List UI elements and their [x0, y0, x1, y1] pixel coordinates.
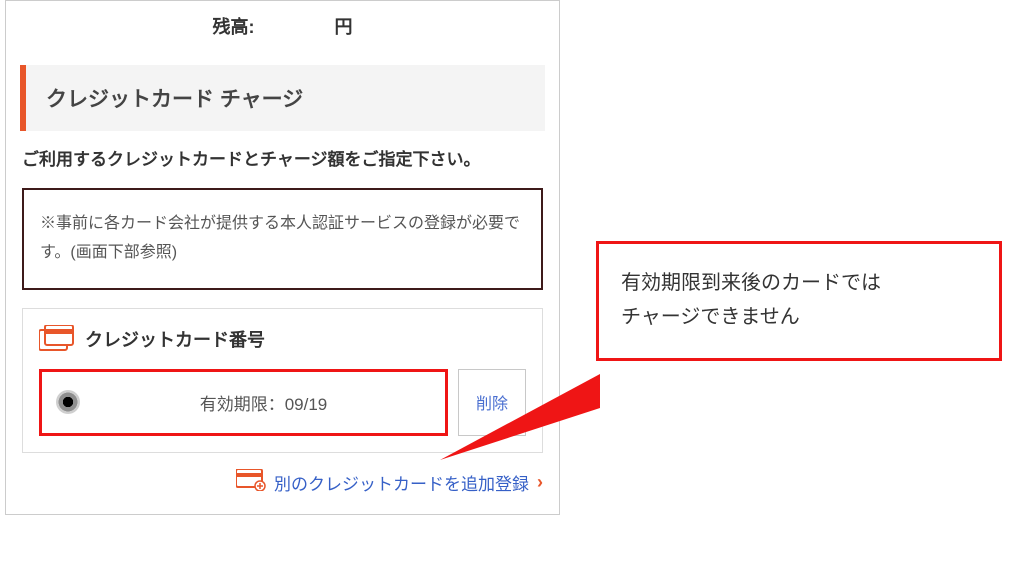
callout-line1: 有効期限到来後のカードでは	[621, 272, 881, 294]
radio-selected-icon	[56, 390, 80, 414]
annotation-callout: 有効期限到来後のカードでは チャージできません	[596, 241, 1002, 361]
balance-currency: 円	[335, 13, 353, 39]
card-section-header: クレジットカード番号	[39, 325, 526, 353]
callout-line2: チャージできません	[621, 306, 800, 328]
card-number-section: クレジットカード番号 有効期限：09/19 削除	[22, 308, 543, 453]
credit-card-plus-icon	[236, 469, 266, 496]
add-card-label: 別のクレジットカードを追加登録	[274, 470, 529, 495]
card-row: 有効期限：09/19 削除	[39, 369, 526, 436]
card-expiry: 有効期限：09/19	[96, 390, 431, 415]
expiry-value: 09/19	[285, 395, 328, 414]
chevron-right-icon: ›	[537, 472, 543, 493]
delete-button[interactable]: 削除	[458, 369, 526, 436]
balance-label: 残高:	[213, 13, 255, 39]
card-section-title: クレジットカード番号	[85, 326, 265, 352]
delete-label: 削除	[476, 390, 508, 414]
notice-text: ※事前に各カード会社が提供する本人認証サービスの登録が必要です。(画面下部参照)	[40, 215, 520, 261]
app-panel: 残高: 円 クレジットカード チャージ ご利用するクレジットカードとチャージ額を…	[5, 0, 560, 515]
page-title: クレジットカード チャージ	[20, 65, 545, 131]
add-card-link[interactable]: 別のクレジットカードを追加登録 ›	[22, 469, 543, 496]
card-option-cell[interactable]: 有効期限：09/19	[39, 369, 448, 436]
expiry-label: 有効期限：	[200, 395, 285, 414]
credit-card-icon	[39, 325, 75, 353]
page-title-text: クレジットカード チャージ	[46, 88, 303, 111]
notice-box: ※事前に各カード会社が提供する本人認証サービスの登録が必要です。(画面下部参照)	[22, 188, 543, 290]
balance-bar: 残高: 円	[6, 1, 559, 51]
instructions-text: ご利用するクレジットカードとチャージ額をご指定下さい。	[22, 145, 543, 170]
